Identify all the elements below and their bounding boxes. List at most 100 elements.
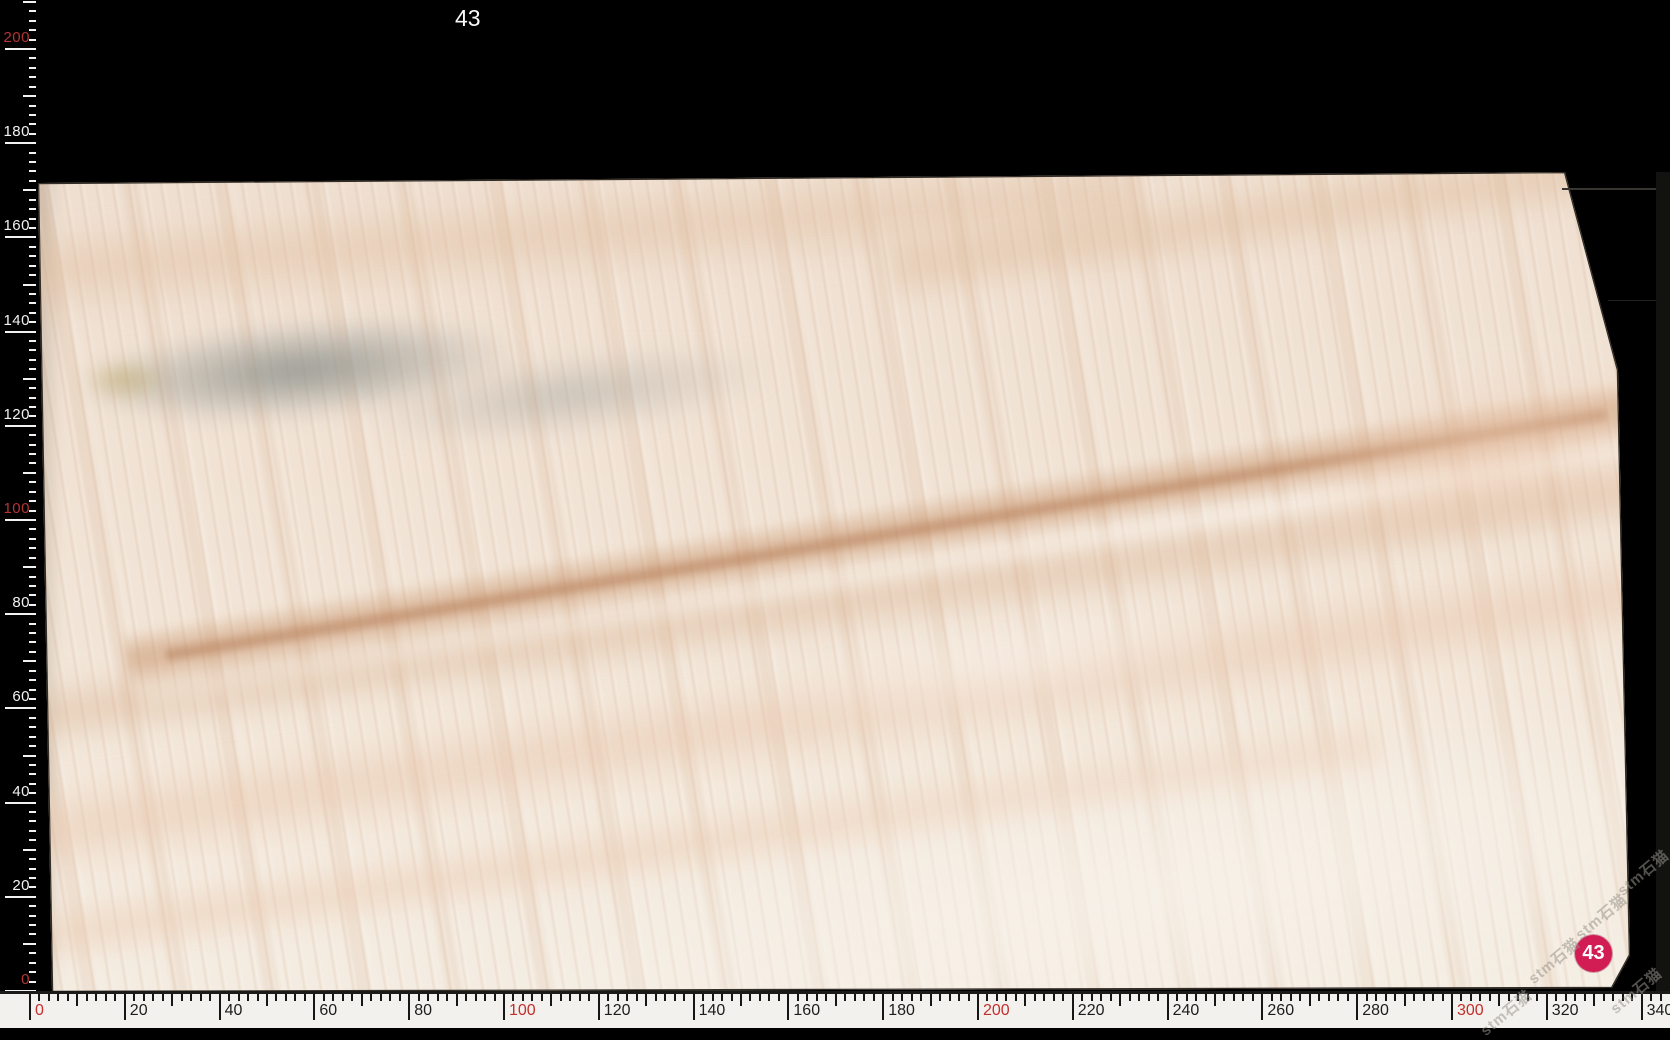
h-ruler-tick <box>465 994 467 1001</box>
h-ruler-tick <box>1290 994 1292 1001</box>
v-ruler-tick <box>29 830 36 832</box>
v-ruler-label: 180 <box>0 123 30 141</box>
v-ruler-tick <box>29 491 36 493</box>
h-ruler-tick <box>1423 994 1425 1001</box>
v-ruler-tick <box>29 218 36 220</box>
v-ruler-tick <box>29 632 36 634</box>
h-ruler-tick <box>1119 994 1121 1006</box>
v-ruler-tick <box>29 905 36 907</box>
v-ruler-tick <box>29 67 36 69</box>
h-ruler-tick <box>48 994 50 1001</box>
h-ruler-label: 180 <box>888 1002 915 1020</box>
v-ruler-tick <box>29 547 36 549</box>
h-ruler-tick <box>313 994 315 1020</box>
v-ruler-tick <box>29 971 36 973</box>
h-ruler-tick <box>1432 994 1434 1001</box>
h-ruler-tick <box>541 994 543 1001</box>
v-ruler-tick <box>29 321 36 323</box>
h-ruler-label: 20 <box>130 1002 148 1020</box>
h-ruler-tick <box>968 994 970 1001</box>
h-ruler-label: 220 <box>1078 1002 1105 1020</box>
v-ruler-tick <box>29 764 36 766</box>
vertical-ruler: 020406080100120140160180200 <box>0 0 36 994</box>
h-ruler-tick <box>342 994 344 1001</box>
h-ruler-tick <box>626 994 628 1001</box>
h-ruler-tick <box>569 994 571 1001</box>
v-ruler-tick <box>29 170 36 172</box>
v-ruler-tick <box>5 896 36 898</box>
h-ruler-tick <box>1385 994 1387 1001</box>
h-ruler-label: 60 <box>319 1002 337 1020</box>
h-ruler-tick <box>664 994 666 1001</box>
h-ruler-tick <box>370 994 372 1001</box>
v-ruler-tick <box>29 246 36 248</box>
h-ruler-tick <box>1053 994 1055 1001</box>
h-ruler-tick <box>114 994 116 1001</box>
h-ruler-tick <box>749 994 751 1001</box>
v-ruler-tick <box>29 161 36 163</box>
v-ruler-tick <box>5 802 36 804</box>
v-ruler-tick <box>29 924 36 926</box>
v-ruler-tick <box>29 585 36 587</box>
h-ruler-tick <box>1479 994 1481 1001</box>
slab-image[interactable] <box>36 170 1632 994</box>
h-ruler-tick <box>873 994 875 1001</box>
h-ruler-tick <box>1186 994 1188 1001</box>
v-ruler-tick <box>23 943 36 945</box>
v-ruler-tick <box>29 528 36 530</box>
h-ruler-tick <box>1110 994 1112 1001</box>
h-ruler-tick <box>787 994 789 1020</box>
h-ruler-tick <box>560 994 562 1001</box>
h-ruler-tick <box>143 994 145 1001</box>
h-ruler-tick <box>778 994 780 1001</box>
h-ruler-tick <box>494 994 496 1001</box>
h-ruler-tick <box>1299 994 1301 1001</box>
h-ruler-tick <box>598 994 600 1020</box>
h-ruler-tick <box>1214 994 1216 1006</box>
h-ruler-tick <box>124 994 126 1020</box>
h-ruler-tick <box>958 994 960 1001</box>
v-ruler-tick <box>29 453 36 455</box>
h-ruler-tick <box>1157 994 1159 1001</box>
v-ruler-tick <box>29 114 36 116</box>
v-ruler-tick <box>29 340 36 342</box>
h-ruler-tick <box>389 994 391 1001</box>
v-ruler-tick <box>29 481 36 483</box>
h-ruler-tick <box>1195 994 1197 1001</box>
v-ruler-tick <box>29 773 36 775</box>
h-ruler-tick <box>930 994 932 1006</box>
h-ruler-tick <box>1167 994 1169 1020</box>
h-ruler-tick <box>721 994 723 1001</box>
horizontal-ruler: 0204060801001201401601802002202402602803… <box>0 991 1670 1028</box>
v-ruler-tick <box>29 651 36 653</box>
h-ruler-tick <box>1034 994 1036 1001</box>
h-ruler-tick <box>645 994 647 1006</box>
h-ruler-tick <box>86 994 88 1001</box>
h-ruler-label: 300 <box>1457 1002 1484 1020</box>
v-ruler-tick <box>29 689 36 691</box>
h-ruler-tick <box>1593 994 1595 1006</box>
v-ruler-tick <box>29 557 36 559</box>
h-ruler-tick <box>1129 994 1131 1001</box>
v-ruler-tick <box>23 472 36 474</box>
h-ruler-tick <box>1574 994 1576 1001</box>
h-ruler-tick <box>257 994 259 1001</box>
h-ruler-tick <box>484 994 486 1001</box>
v-ruler-tick <box>5 331 36 333</box>
h-ruler-label: 0 <box>35 1002 44 1020</box>
h-ruler-tick <box>712 994 714 1001</box>
v-ruler-tick <box>29 274 36 276</box>
v-ruler-label: 120 <box>0 406 30 424</box>
h-ruler-tick <box>1261 994 1263 1020</box>
h-ruler-tick <box>427 994 429 1001</box>
v-ruler-tick <box>29 76 36 78</box>
v-ruler-tick <box>23 755 36 757</box>
h-ruler-label: 160 <box>793 1002 820 1020</box>
v-ruler-tick <box>29 726 36 728</box>
h-ruler-tick <box>740 994 742 1006</box>
h-ruler-tick <box>1024 994 1026 1006</box>
v-ruler-tick <box>29 152 36 154</box>
v-ruler-tick <box>5 236 36 238</box>
h-ruler-label: 200 <box>983 1002 1010 1020</box>
v-ruler-tick <box>23 1 36 3</box>
